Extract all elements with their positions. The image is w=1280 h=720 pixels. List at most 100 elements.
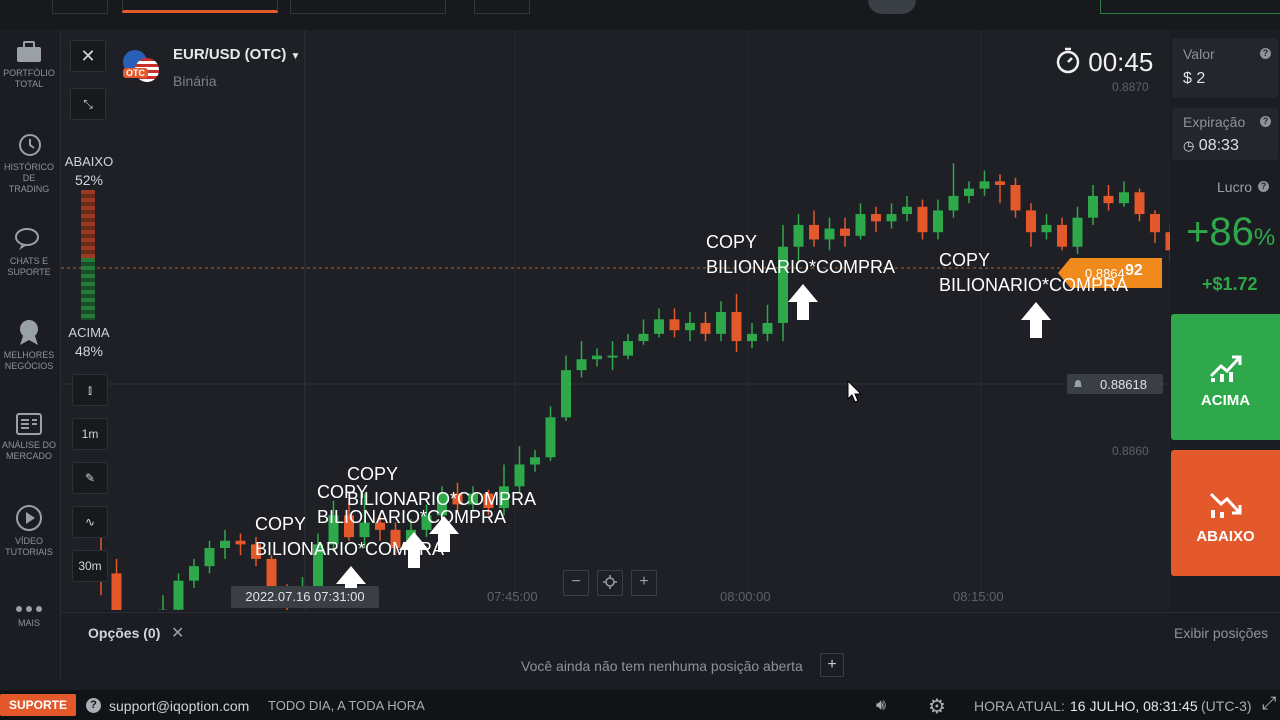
candles-icon: ⫾ bbox=[88, 383, 92, 397]
arrow-up-icon bbox=[1021, 302, 1051, 338]
candlestick-chart[interactable] bbox=[61, 30, 1170, 610]
profit-amount: +$1.72 bbox=[1202, 274, 1258, 294]
info-icon: ? bbox=[1260, 48, 1271, 59]
add-position-button[interactable]: + bbox=[820, 653, 844, 677]
arrow-up-icon bbox=[429, 516, 459, 552]
collapse-button[interactable]: ⤡ bbox=[70, 88, 106, 120]
show-positions-link[interactable]: Exibir posições bbox=[1174, 625, 1268, 641]
profit-percent: +86% bbox=[1186, 210, 1276, 254]
call-button[interactable]: ACIMA bbox=[1171, 314, 1280, 440]
arrow-up-icon bbox=[399, 532, 429, 568]
candle-body bbox=[220, 540, 230, 549]
zoom-out-button[interactable]: − bbox=[563, 570, 589, 596]
center-button[interactable] bbox=[597, 570, 623, 596]
time-cursor-label: 2022.07.16 07:31:00 bbox=[231, 586, 379, 608]
asset-name: EUR/USD (OTC) bbox=[173, 46, 287, 63]
gear-icon[interactable]: ⚙ bbox=[928, 694, 946, 719]
volume-icon[interactable]: 🔊︎ bbox=[876, 697, 886, 715]
trend-up-icon bbox=[1209, 355, 1242, 382]
history-icon bbox=[19, 134, 41, 156]
sidebar-item-market-analysis[interactable]: ANÁLISE DO MERCADO bbox=[0, 412, 58, 462]
expiration-value: ◷ 08:33 bbox=[1183, 137, 1239, 154]
play-icon bbox=[16, 505, 42, 531]
candle-body bbox=[917, 206, 928, 233]
footer-bar: SUPORTE ? support@iqoption.com TODO DIA,… bbox=[0, 690, 1280, 720]
sentiment-down: ABAIXO 52% bbox=[64, 154, 114, 188]
pencil-icon: ✎ bbox=[84, 471, 96, 485]
timezone: (UTC-3) bbox=[1201, 698, 1252, 714]
close-icon: ✕ bbox=[80, 46, 96, 66]
candle-body bbox=[561, 370, 571, 418]
expiry-time-button[interactable]: 30m bbox=[72, 550, 108, 582]
candle-body bbox=[111, 573, 122, 610]
current-time-label: HORA ATUAL: bbox=[974, 698, 1065, 714]
close-tab-icon[interactable]: ✕ bbox=[171, 623, 184, 643]
candle-body bbox=[1057, 224, 1067, 247]
top-tab[interactable] bbox=[474, 0, 530, 14]
arrow-up-icon bbox=[336, 566, 366, 588]
top-tab-active[interactable] bbox=[122, 0, 278, 13]
indicator-icon: ∿ bbox=[84, 515, 96, 529]
top-tab[interactable] bbox=[52, 0, 108, 14]
candle-body bbox=[747, 333, 757, 342]
chevron-down-icon: ▼ bbox=[290, 51, 301, 62]
avatar[interactable] bbox=[868, 0, 916, 14]
fullscreen-icon[interactable]: ⤢ bbox=[1262, 693, 1276, 714]
sidebar-item-more[interactable]: MAIS bbox=[0, 604, 58, 629]
timeframe-button[interactable]: 1m bbox=[72, 418, 108, 450]
candle-body bbox=[964, 188, 974, 196]
drawing-tool-button[interactable]: ✎ bbox=[72, 462, 108, 494]
crosshair-price-tag: 0.88618 bbox=[1067, 374, 1163, 394]
candle-body bbox=[576, 359, 587, 371]
sidebar-item-video-tutorials[interactable]: VÍDEO TUTORIAIS bbox=[0, 504, 58, 558]
signal-annotation: COPY BILIONARIO*COMPRA bbox=[706, 232, 896, 277]
candle-body bbox=[886, 214, 897, 222]
signal-annotation: COPY BILIONARIO*COMPRA bbox=[939, 250, 1129, 295]
more-icon bbox=[16, 606, 42, 612]
positions-panel: Opções (0) ✕ Exibir posições Você ainda … bbox=[61, 612, 1280, 681]
sidebar-item-best-deals[interactable]: MELHORES NEGÓCIOS bbox=[0, 318, 58, 372]
candle-body bbox=[189, 566, 199, 581]
left-sidebar: PORTFÓLIO TOTAL HISTÓRICO DE TRADING CHA… bbox=[0, 30, 61, 680]
countdown-timer: 00:45 bbox=[1055, 46, 1153, 78]
candle-body bbox=[1026, 210, 1036, 233]
info-icon: ? bbox=[1258, 181, 1269, 192]
price-axis-top: 0.8870 bbox=[1112, 80, 1149, 94]
zoom-in-button[interactable]: + bbox=[631, 570, 657, 596]
sidebar-item-chat[interactable]: CHATS E SUPORTE bbox=[0, 226, 58, 278]
candle-body bbox=[948, 195, 959, 211]
amount-value: $ 2 bbox=[1183, 70, 1206, 87]
candle-body bbox=[623, 341, 633, 356]
put-button[interactable]: ABAIXO bbox=[1171, 450, 1280, 576]
otc-badge: OTC bbox=[123, 68, 148, 78]
top-tab[interactable] bbox=[290, 0, 446, 14]
candle-body bbox=[545, 417, 556, 458]
close-chart-button[interactable]: ✕ bbox=[70, 40, 106, 72]
deposit-button[interactable] bbox=[1100, 0, 1280, 14]
price-axis-mid: 0.8860 bbox=[1112, 444, 1149, 458]
signal-annotation: COPY BILIONARIO*COMPRA bbox=[347, 464, 537, 509]
briefcase-icon bbox=[17, 41, 41, 62]
chat-icon bbox=[15, 228, 39, 250]
options-tab[interactable]: Opções (0) bbox=[88, 625, 160, 641]
asset-selector[interactable]: EUR/USD (OTC) ▼ bbox=[173, 46, 300, 63]
amount-field[interactable]: Valor ? $ 2 bbox=[1172, 38, 1278, 98]
sentiment-bar bbox=[81, 190, 95, 320]
expiration-field[interactable]: Expiração ? ◷ 08:33 bbox=[1172, 108, 1278, 160]
candle-body bbox=[731, 312, 742, 342]
chart-area[interactable]: OTC EUR/USD (OTC) ▼ Binária 00:45 0.8870… bbox=[61, 30, 1170, 610]
no-positions-text: Você ainda não tem nenhuma posição abert… bbox=[521, 658, 803, 674]
sidebar-item-history[interactable]: HISTÓRICO DE TRADING bbox=[0, 132, 58, 195]
support-button[interactable]: SUPORTE bbox=[0, 694, 76, 716]
stopwatch-icon bbox=[1056, 47, 1080, 74]
candle-body bbox=[1103, 195, 1114, 204]
current-time: 16 JULHO, 08:31:45 bbox=[1070, 698, 1198, 714]
indicators-button[interactable]: ∿ bbox=[72, 506, 108, 538]
profit-label: Lucro bbox=[1217, 179, 1253, 195]
chart-grid bbox=[61, 30, 1170, 610]
sidebar-item-portfolio[interactable]: PORTFÓLIO TOTAL bbox=[0, 40, 58, 90]
collapse-icon: ⤡ bbox=[83, 97, 93, 111]
chart-type-button[interactable]: ⫾ bbox=[72, 374, 108, 406]
candle-body bbox=[1072, 217, 1083, 247]
support-email[interactable]: support@iqoption.com bbox=[109, 698, 249, 714]
